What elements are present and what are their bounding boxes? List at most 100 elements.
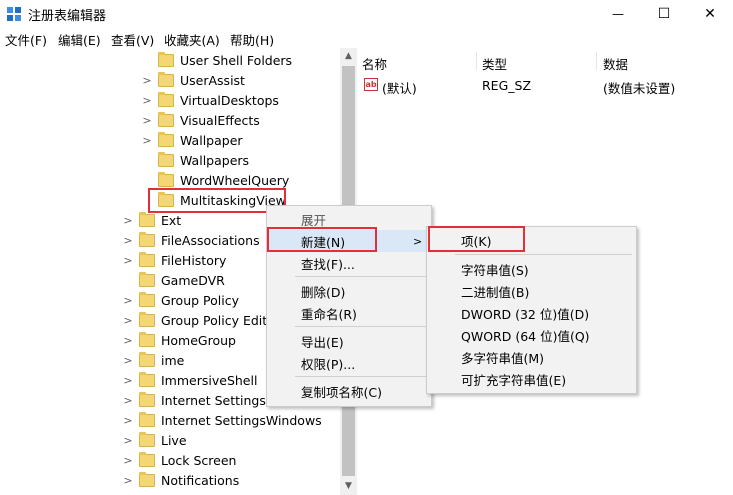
column-header-type[interactable]: 类型 xyxy=(482,54,507,73)
tree-item-label: Wallpapers xyxy=(180,152,250,168)
tree-item[interactable]: > Live xyxy=(121,430,187,450)
folder-icon xyxy=(139,291,155,307)
menu-item-expand[interactable]: 展开 xyxy=(267,208,431,230)
chevron-right-icon[interactable]: > xyxy=(121,354,135,367)
tree-item[interactable]: > Internet SettingsWindows xyxy=(121,410,322,430)
value-name[interactable]: (默认) xyxy=(382,78,417,97)
column-header-name[interactable]: 名称 xyxy=(362,54,387,73)
menu-item-find[interactable]: 查找(F)... xyxy=(267,252,431,274)
menu-edit[interactable]: 编辑(E) xyxy=(58,30,101,49)
chevron-right-icon[interactable]: > xyxy=(121,394,135,407)
chevron-right-icon[interactable]: > xyxy=(121,374,135,387)
chevron-right-icon[interactable]: > xyxy=(121,414,135,427)
folder-icon xyxy=(139,391,155,407)
menu-item-delete[interactable]: 删除(D) xyxy=(267,280,431,302)
chevron-right-icon[interactable]: > xyxy=(121,314,135,327)
chevron-right-icon[interactable]: > xyxy=(121,214,135,227)
tree-item[interactable]: GameDVR xyxy=(121,270,225,290)
chevron-right-icon[interactable]: > xyxy=(140,134,154,147)
folder-icon xyxy=(158,191,174,207)
folder-icon xyxy=(158,131,174,147)
submenu-item-binary-value[interactable]: 二进制值(B) xyxy=(427,280,634,302)
tree-item-multitaskingview[interactable]: MultitaskingView xyxy=(140,190,286,210)
tree-item[interactable]: > Ext xyxy=(121,210,181,230)
tree-item[interactable]: > Wallpaper xyxy=(140,130,243,150)
tree-item[interactable]: > Group Policy Editor xyxy=(121,310,280,330)
folder-icon xyxy=(139,231,155,247)
chevron-right-icon[interactable]: > xyxy=(121,474,135,487)
submenu-item-key[interactable]: 项(K) xyxy=(427,229,634,251)
tree-item[interactable]: Wallpapers xyxy=(140,150,249,170)
folder-icon xyxy=(158,71,174,87)
tree-item[interactable]: > ImmersiveShell xyxy=(121,370,257,390)
tree-item[interactable]: User Shell Folders xyxy=(140,50,292,70)
value-type: REG_SZ xyxy=(482,78,532,93)
tree-item[interactable]: > UserAssist xyxy=(140,70,245,90)
submenu-item-qword-value[interactable]: QWORD (64 位)值(Q) xyxy=(427,324,634,346)
tree-item[interactable]: > FileAssociations xyxy=(121,230,260,250)
context-menu: 展开 新建(N) > 查找(F)... 删除(D) 重命名(R) 导出(E) 权限… xyxy=(266,205,432,407)
folder-icon xyxy=(158,51,174,67)
close-icon: ✕ xyxy=(704,6,716,22)
scroll-up-icon[interactable]: ▲ xyxy=(340,48,357,65)
tree-item[interactable]: > FileHistory xyxy=(121,250,226,270)
tree-item-label: Notifications xyxy=(161,472,240,488)
tree-item-label: Live xyxy=(161,432,187,448)
tree-item[interactable]: > Internet Settings xyxy=(121,390,266,410)
menu-item-export[interactable]: 导出(E) xyxy=(267,330,431,352)
tree-item-label: Internet SettingsWindows xyxy=(161,412,322,428)
menu-item-permissions[interactable]: 权限(P)... xyxy=(267,352,431,374)
chevron-right-icon[interactable]: > xyxy=(140,94,154,107)
window-title: 注册表编辑器 xyxy=(28,9,107,24)
maximize-button[interactable]: ☐ xyxy=(641,0,687,28)
chevron-right-icon[interactable]: > xyxy=(121,454,135,467)
tree-item-label: Ext xyxy=(161,212,182,228)
chevron-right-icon[interactable]: > xyxy=(121,254,135,267)
string-value-icon: ab xyxy=(364,78,378,91)
menu-file[interactable]: 文件(F) xyxy=(5,30,47,49)
submenu-item-expandable-string-value[interactable]: 可扩充字符串值(E) xyxy=(427,368,634,390)
tree-item[interactable]: > Group Policy xyxy=(121,290,239,310)
tree-item[interactable]: > VisualEffects xyxy=(140,110,260,130)
close-button[interactable]: ✕ xyxy=(687,0,733,28)
chevron-right-icon[interactable]: > xyxy=(121,434,135,447)
chevron-right-icon: > xyxy=(413,234,423,248)
menu-item-copy-key-name[interactable]: 复制项名称(C) xyxy=(267,380,431,402)
maximize-icon: ☐ xyxy=(657,6,671,22)
menu-separator xyxy=(295,326,427,327)
tree-item[interactable]: > VirtualDesktops xyxy=(140,90,279,110)
tree-item-label: Internet Settings xyxy=(161,392,266,408)
tree-item[interactable]: > Lock Screen xyxy=(121,450,236,470)
scroll-down-icon[interactable]: ▼ xyxy=(340,478,357,495)
submenu-item-dword-value[interactable]: DWORD (32 位)值(D) xyxy=(427,302,634,324)
folder-icon xyxy=(158,111,174,127)
folder-icon xyxy=(139,371,155,387)
submenu-item-string-value[interactable]: 字符串值(S) xyxy=(427,258,634,280)
column-divider[interactable] xyxy=(596,52,597,70)
menu-separator xyxy=(295,376,427,377)
submenu-item-multistring-value[interactable]: 多字符串值(M) xyxy=(427,346,634,368)
tree-item-label: ImmersiveShell xyxy=(161,372,258,388)
menu-view[interactable]: 查看(V) xyxy=(111,30,154,49)
tree-item[interactable]: WordWheelQuery xyxy=(140,170,289,190)
menu-favorites[interactable]: 收藏夹(A) xyxy=(164,30,220,49)
title-bar: 注册表编辑器 — ☐ ✕ xyxy=(0,0,733,28)
tree-item-label: Group Policy Editor xyxy=(161,312,280,328)
chevron-right-icon[interactable]: > xyxy=(140,74,154,87)
tree-item-label: Lock Screen xyxy=(161,452,237,468)
chevron-right-icon[interactable]: > xyxy=(121,294,135,307)
column-header-data[interactable]: 数据 xyxy=(603,54,628,73)
tree-item[interactable]: > Notifications xyxy=(121,470,239,490)
tree-item-label: HomeGroup xyxy=(161,332,236,348)
menu-item-rename[interactable]: 重命名(R) xyxy=(267,302,431,324)
chevron-right-icon[interactable]: > xyxy=(140,114,154,127)
menu-help[interactable]: 帮助(H) xyxy=(230,30,274,49)
chevron-right-icon[interactable]: > xyxy=(121,334,135,347)
column-divider[interactable] xyxy=(476,52,477,70)
tree-item[interactable]: > ime xyxy=(121,350,184,370)
chevron-right-icon[interactable]: > xyxy=(121,234,135,247)
folder-icon xyxy=(139,451,155,467)
minimize-button[interactable]: — xyxy=(595,0,641,28)
menu-item-new[interactable]: 新建(N) > xyxy=(267,230,429,252)
tree-item[interactable]: > HomeGroup xyxy=(121,330,236,350)
